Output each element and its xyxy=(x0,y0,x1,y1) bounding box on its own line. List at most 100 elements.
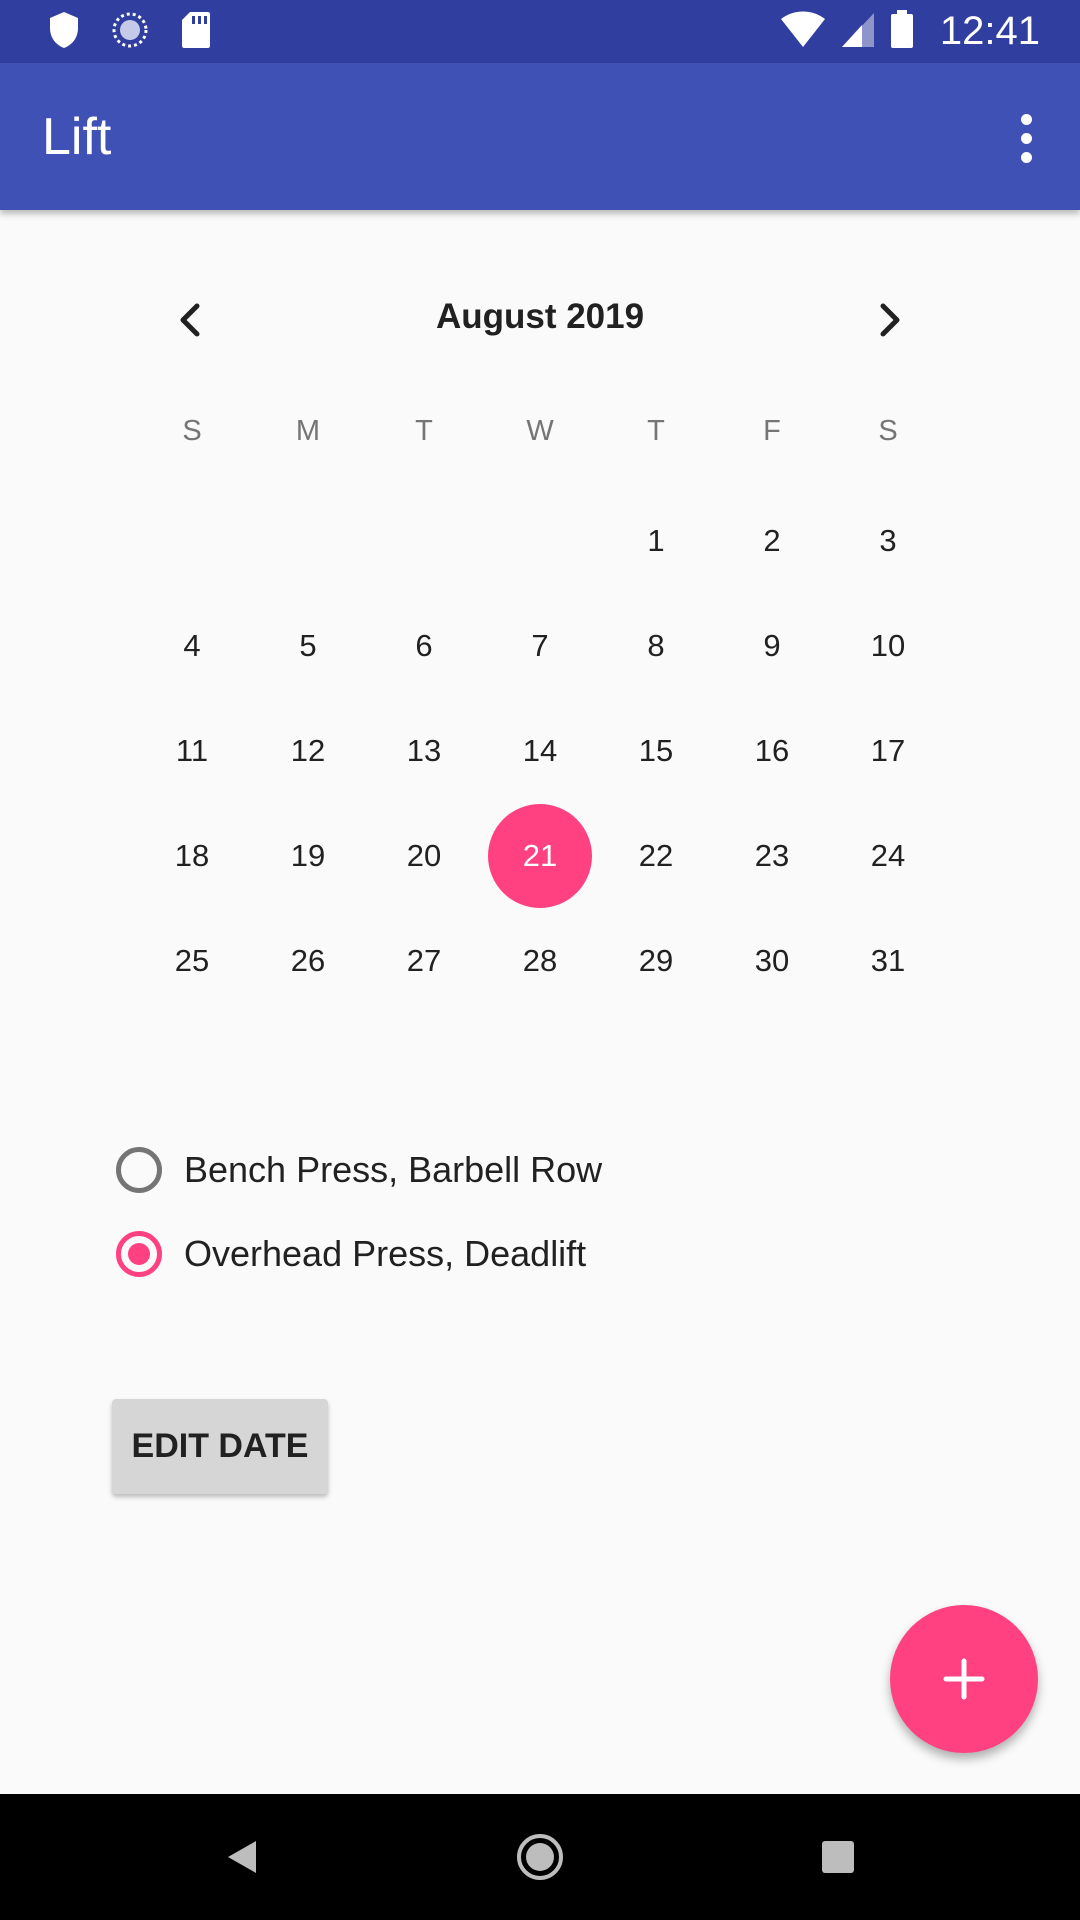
day-cell[interactable]: 25 xyxy=(134,908,250,1013)
workout-options: Bench Press, Barbell Row Overhead Press, … xyxy=(116,1128,602,1296)
day-cell[interactable]: 27 xyxy=(366,908,482,1013)
day-cell[interactable]: 1 xyxy=(598,488,714,593)
weekday-label: M xyxy=(295,415,321,447)
weekday-label: S xyxy=(878,415,898,447)
workout-option-label: Overhead Press, Deadlift xyxy=(184,1233,587,1274)
day-number: 1 xyxy=(647,522,665,558)
day-number: 17 xyxy=(870,732,906,768)
day-cell[interactable]: 6 xyxy=(366,593,482,698)
day-number: 28 xyxy=(522,942,558,978)
day-number: 26 xyxy=(290,942,326,978)
day-number: 19 xyxy=(290,837,326,873)
day-number: 14 xyxy=(522,732,558,768)
day-cell[interactable]: 4 xyxy=(134,593,250,698)
day-number: 7 xyxy=(531,627,549,663)
weekday-header: SMTWTFS xyxy=(134,415,946,465)
day-cell[interactable]: 2 xyxy=(714,488,830,593)
back-icon xyxy=(228,1841,256,1873)
app-title: Lift xyxy=(42,108,112,166)
status-bar-notifications xyxy=(48,10,212,54)
back-button[interactable] xyxy=(202,1822,282,1892)
month-label: August 2019 xyxy=(435,297,645,336)
day-number: 6 xyxy=(415,627,433,663)
workout-option[interactable]: Overhead Press, Deadlift xyxy=(116,1212,602,1296)
day-number: 9 xyxy=(763,627,781,663)
day-number: 24 xyxy=(870,837,906,873)
day-cell[interactable]: 12 xyxy=(250,698,366,803)
day-cell[interactable]: 7 xyxy=(482,593,598,698)
day-cell[interactable]: 17 xyxy=(830,698,946,803)
day-empty xyxy=(482,488,598,593)
day-number: 22 xyxy=(638,837,674,873)
day-number: 25 xyxy=(174,942,210,978)
day-number: 20 xyxy=(406,837,442,873)
home-button[interactable] xyxy=(500,1822,580,1892)
day-cell[interactable]: 9 xyxy=(714,593,830,698)
day-cell[interactable]: 30 xyxy=(714,908,830,1013)
day-number: 29 xyxy=(638,942,674,978)
add-workout-fab[interactable] xyxy=(890,1605,1038,1753)
signal-icon xyxy=(840,9,876,54)
day-cell[interactable]: 29 xyxy=(598,908,714,1013)
status-time: 12:41 xyxy=(939,9,1040,53)
shield-icon xyxy=(48,10,80,55)
day-number: 3 xyxy=(879,522,897,558)
day-number: 27 xyxy=(406,942,442,978)
day-cell[interactable]: 8 xyxy=(598,593,714,698)
day-number: 23 xyxy=(754,837,790,873)
battery-icon xyxy=(890,9,914,54)
day-number: 4 xyxy=(183,627,201,663)
day-number: 11 xyxy=(175,732,209,768)
day-cell[interactable]: 26 xyxy=(250,908,366,1013)
day-empty xyxy=(134,488,250,593)
radio-checked-icon[interactable] xyxy=(116,1231,162,1277)
status-bar-system: 12:41 xyxy=(780,0,1040,63)
day-cell[interactable]: 31 xyxy=(830,908,946,1013)
edit-date-button[interactable]: EDIT DATE xyxy=(112,1399,328,1494)
day-cell[interactable]: 23 xyxy=(714,803,830,908)
day-number: 15 xyxy=(638,732,674,768)
day-cell[interactable]: 15 xyxy=(598,698,714,803)
day-cell[interactable]: 24 xyxy=(830,803,946,908)
radio-unchecked-icon[interactable] xyxy=(116,1147,162,1193)
home-icon xyxy=(517,1834,563,1880)
sd-card-icon xyxy=(180,10,212,55)
navigation-bar xyxy=(0,1794,1080,1920)
day-cell-selected[interactable]: 21 xyxy=(482,803,598,908)
day-number: 8 xyxy=(647,627,665,663)
day-cell[interactable]: 28 xyxy=(482,908,598,1013)
day-number: 12 xyxy=(290,732,326,768)
day-number: 2 xyxy=(763,522,781,558)
day-cell[interactable]: 20 xyxy=(366,803,482,908)
status-bar: 12:41 xyxy=(0,0,1080,63)
recents-icon xyxy=(822,1841,854,1873)
weekday-label: S xyxy=(182,415,202,447)
day-cell[interactable]: 10 xyxy=(830,593,946,698)
day-cell[interactable]: 22 xyxy=(598,803,714,908)
day-cell[interactable]: 16 xyxy=(714,698,830,803)
day-cell[interactable]: 13 xyxy=(366,698,482,803)
app-bar: Lift xyxy=(0,63,1080,210)
day-number: 10 xyxy=(870,627,906,663)
day-number: 13 xyxy=(406,732,442,768)
day-cell[interactable]: 11 xyxy=(134,698,250,803)
recents-button[interactable] xyxy=(798,1822,878,1892)
weekday-label: W xyxy=(526,415,554,447)
day-number: 21 xyxy=(522,837,558,873)
add-icon xyxy=(943,1658,985,1700)
next-month-button[interactable] xyxy=(850,285,930,355)
workout-option[interactable]: Bench Press, Barbell Row xyxy=(116,1128,602,1212)
more-vert-icon[interactable] xyxy=(996,103,1056,173)
day-cell[interactable]: 18 xyxy=(134,803,250,908)
day-cell[interactable]: 19 xyxy=(250,803,366,908)
chevron-right-icon xyxy=(880,303,900,337)
weekday-label: T xyxy=(415,415,433,447)
day-cell[interactable]: 3 xyxy=(830,488,946,593)
day-cell[interactable]: 14 xyxy=(482,698,598,803)
day-number: 16 xyxy=(754,732,790,768)
day-cell[interactable]: 5 xyxy=(250,593,366,698)
day-grid: 1 2 3 4 5 6 7 8 9 10 11 12 13 14 15 16 17 18 19 20 21 22 23 24 2… xyxy=(134,488,946,1013)
day-number: 5 xyxy=(299,627,317,663)
day-empty xyxy=(366,488,482,593)
weekday-label: F xyxy=(763,415,781,447)
